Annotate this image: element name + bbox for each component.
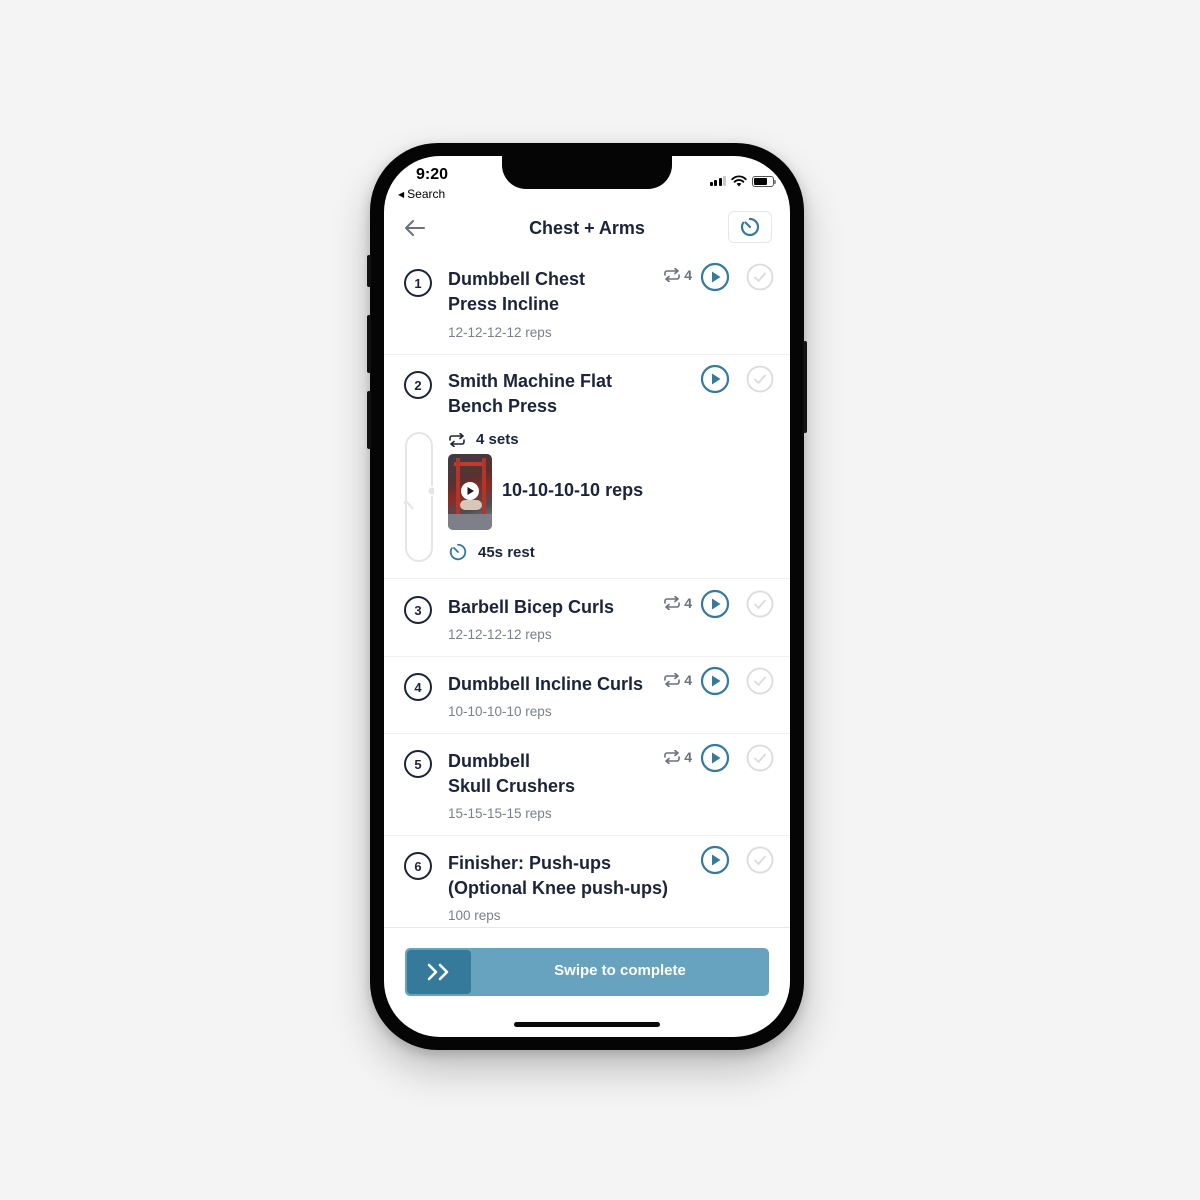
exercise-number: 6 bbox=[404, 852, 432, 880]
exercise-reps: 100 reps bbox=[448, 908, 501, 923]
exercise-reps: 10-10-10-10 reps bbox=[502, 480, 644, 500]
exercise-reps: 10-10-10-10 reps bbox=[448, 704, 552, 719]
play-video-icon[interactable] bbox=[700, 589, 730, 619]
exercise-item[interactable]: 5 Dumbbell Skull Crushers 15-15-15-15 rep… bbox=[384, 734, 790, 836]
status-icons bbox=[709, 175, 776, 187]
complete-check-icon[interactable] bbox=[746, 263, 774, 291]
complete-check-icon[interactable] bbox=[746, 590, 774, 618]
back-triangle-icon: ◀ bbox=[398, 190, 405, 199]
set-loop-indicator bbox=[404, 432, 434, 562]
exercise-name: Dumbbell Skull Crushers bbox=[448, 751, 576, 796]
exercise-item-expanded[interactable]: 2 Smith Machine FlatBench Press 4 sets bbox=[384, 355, 790, 579]
volume-down-button bbox=[367, 391, 371, 449]
status-time: 9:20 bbox=[416, 166, 449, 183]
play-video-icon[interactable] bbox=[700, 262, 730, 292]
complete-check-icon[interactable] bbox=[746, 667, 774, 695]
exercise-reps: 15-15-15-15 reps bbox=[448, 806, 552, 821]
volume-up-button bbox=[367, 315, 371, 373]
exercise-name: Finisher: Push-ups (Optional Knee push-up… bbox=[448, 853, 668, 898]
repeat-icon bbox=[664, 673, 681, 687]
swipe-to-complete-slider[interactable]: Swipe to complete bbox=[405, 948, 769, 996]
play-video-icon[interactable] bbox=[700, 743, 730, 773]
power-button bbox=[803, 341, 807, 433]
sets-count: 4 bbox=[684, 595, 692, 611]
home-indicator bbox=[514, 1022, 660, 1027]
exercise-item[interactable]: 3 Barbell Bicep Curls 12-12-12-12 reps 4 bbox=[384, 579, 790, 657]
timer-button[interactable] bbox=[728, 211, 772, 243]
complete-check-icon[interactable] bbox=[746, 365, 774, 393]
header: Chest + Arms bbox=[384, 211, 790, 245]
timer-icon bbox=[740, 217, 760, 237]
sets-info: 4 sets bbox=[448, 431, 519, 448]
exercise-item[interactable]: 4 Dumbbell Incline Curls 10-10-10-10 rep… bbox=[384, 657, 790, 734]
sets-count: 4 bbox=[684, 267, 692, 283]
exercise-list: 1 Dumbbell Chest Press Incline 12-12-12-1… bbox=[384, 256, 790, 928]
repeat-icon bbox=[449, 432, 465, 447]
sets-label: 4 sets bbox=[476, 431, 519, 448]
timer-icon bbox=[449, 543, 467, 561]
rest-info: 45s rest bbox=[448, 542, 535, 562]
complete-check-icon[interactable] bbox=[746, 846, 774, 874]
swipe-label: Swipe to complete bbox=[554, 962, 686, 979]
swipe-handle[interactable] bbox=[407, 950, 471, 994]
exercise-name: Dumbbell Incline Curls bbox=[448, 674, 644, 694]
exercise-name: Dumbbell Chest Press Incline bbox=[448, 269, 586, 314]
exercise-name: Smith Machine Flat Bench Press bbox=[448, 371, 613, 416]
exercise-number: 4 bbox=[404, 673, 432, 701]
sets-badge: 4 bbox=[663, 672, 692, 688]
notch bbox=[502, 152, 672, 189]
exercise-number: 2 bbox=[404, 371, 432, 399]
exercise-reps: 12-12-12-12 reps bbox=[448, 627, 552, 642]
mute-switch bbox=[367, 255, 371, 287]
status-back-link[interactable]: ◀ Search bbox=[398, 187, 445, 201]
exercise-number: 3 bbox=[404, 596, 432, 624]
exercise-item[interactable]: 1 Dumbbell Chest Press Incline 12-12-12-1… bbox=[384, 256, 790, 355]
cellular-signal-icon bbox=[709, 176, 726, 186]
repeat-icon bbox=[664, 268, 681, 282]
play-video-icon[interactable] bbox=[700, 364, 730, 394]
sets-badge: 4 bbox=[663, 595, 692, 611]
exercise-number: 1 bbox=[404, 269, 432, 297]
thumbnail-play-icon bbox=[461, 482, 479, 500]
exercise-reps: 12-12-12-12 reps bbox=[448, 325, 552, 340]
play-video-icon[interactable] bbox=[700, 666, 730, 696]
exercise-video-thumbnail[interactable] bbox=[448, 454, 492, 530]
footer-divider bbox=[384, 927, 790, 928]
repeat-icon bbox=[664, 750, 681, 764]
exercise-number: 5 bbox=[404, 750, 432, 778]
rest-label: 45s rest bbox=[478, 543, 535, 561]
battery-icon bbox=[752, 175, 776, 187]
play-video-icon[interactable] bbox=[700, 845, 730, 875]
wifi-icon bbox=[731, 175, 747, 187]
sets-count: 4 bbox=[684, 749, 692, 765]
status-back-label: Search bbox=[407, 187, 446, 201]
exercise-item[interactable]: 6 Finisher: Push-ups (Optional Knee push-… bbox=[384, 836, 790, 928]
sets-count: 4 bbox=[684, 672, 692, 688]
sets-badge: 4 bbox=[663, 749, 692, 765]
repeat-icon bbox=[664, 596, 681, 610]
complete-check-icon[interactable] bbox=[746, 744, 774, 772]
phone-screen: 9:20 ◀ Search Chest + Arms 1 Dumbbell Ch… bbox=[384, 156, 790, 1037]
exercise-name: Barbell Bicep Curls bbox=[448, 597, 615, 617]
sets-badge: 4 bbox=[663, 267, 692, 283]
double-chevron-right-icon bbox=[427, 963, 449, 981]
